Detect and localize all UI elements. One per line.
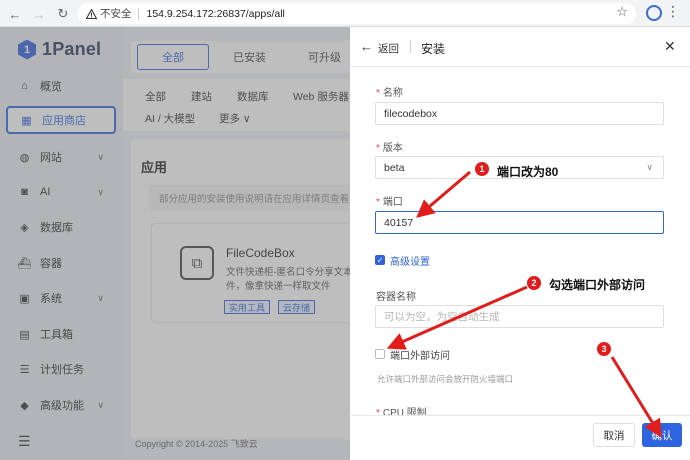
warning-triangle-icon (86, 8, 97, 19)
external-access-label[interactable]: 端口外部访问 (390, 347, 450, 362)
address-bar[interactable]: 不安全 154.9.254.172:26837/apps/all (78, 3, 636, 24)
browser-toolbar: ← → ↻ 不安全 154.9.254.172:26837/apps/all ☆… (0, 0, 690, 27)
security-warning[interactable]: 不安全 (86, 6, 132, 21)
close-icon[interactable]: ✕ (664, 38, 676, 55)
profile-icon[interactable] (646, 5, 662, 21)
back-arrow-icon[interactable]: ← (4, 3, 26, 25)
name-label-text: 名称 (382, 88, 403, 99)
advanced-settings-checkbox[interactable]: ✓ (375, 255, 385, 265)
confirm-button[interactable]: 确认 (642, 423, 682, 447)
chevron-down-icon: ∨ (646, 162, 653, 172)
version-value: beta (384, 161, 405, 174)
header-divider (410, 41, 411, 53)
version-label-text: 版本 (382, 143, 403, 154)
annotation-badge-1: 1 (474, 161, 490, 177)
annotation-text-2: 勾选端口外部访问 (549, 278, 646, 292)
back-arrow-icon[interactable]: ← (360, 39, 373, 54)
container-name-input[interactable]: 可以为空，为空自动生成 (375, 305, 664, 328)
security-label: 不安全 (100, 8, 132, 20)
browser-menu-icon[interactable]: ⋮ (666, 3, 680, 20)
modal-overlay[interactable] (0, 27, 350, 460)
annotation-text-1: 端口改为80 (497, 165, 559, 179)
port-label: * 端口 (376, 193, 403, 208)
external-access-hint: 允许端口外部访问会放开防火墙端口 (377, 374, 514, 384)
back-button[interactable]: 返回 (378, 41, 399, 56)
install-drawer: ← 返回 安装 ✕ * 名称 filecodebox * 版本 beta ∨ * 端口… (350, 27, 690, 460)
required-mark: * (376, 143, 380, 154)
external-access-checkbox[interactable] (375, 349, 385, 359)
url-text: 154.9.254.172:26837/apps/all (146, 7, 285, 20)
cancel-button[interactable]: 取消 (593, 423, 635, 447)
version-label: * 版本 (376, 139, 403, 154)
drawer-header: ← 返回 安装 ✕ (350, 27, 690, 67)
advanced-settings-label[interactable]: 高级设置 (390, 253, 430, 268)
annotation-badge-3: 3 (596, 341, 612, 357)
name-input[interactable]: filecodebox (375, 102, 664, 125)
reload-icon[interactable]: ↻ (52, 3, 74, 25)
container-name-label: 容器名称 (376, 292, 416, 303)
drawer-footer (350, 415, 690, 460)
required-mark: * (376, 197, 380, 208)
port-input[interactable]: 40157 (375, 211, 664, 234)
name-label: * 名称 (376, 84, 403, 99)
annotation-badge-2: 2 (526, 275, 542, 291)
forward-arrow-icon[interactable]: → (28, 3, 50, 25)
bookmark-star-icon[interactable]: ☆ (616, 4, 628, 20)
port-label-text: 端口 (382, 197, 403, 208)
required-mark: * (376, 88, 380, 99)
drawer-title: 安装 (421, 42, 446, 56)
address-divider (137, 7, 139, 20)
